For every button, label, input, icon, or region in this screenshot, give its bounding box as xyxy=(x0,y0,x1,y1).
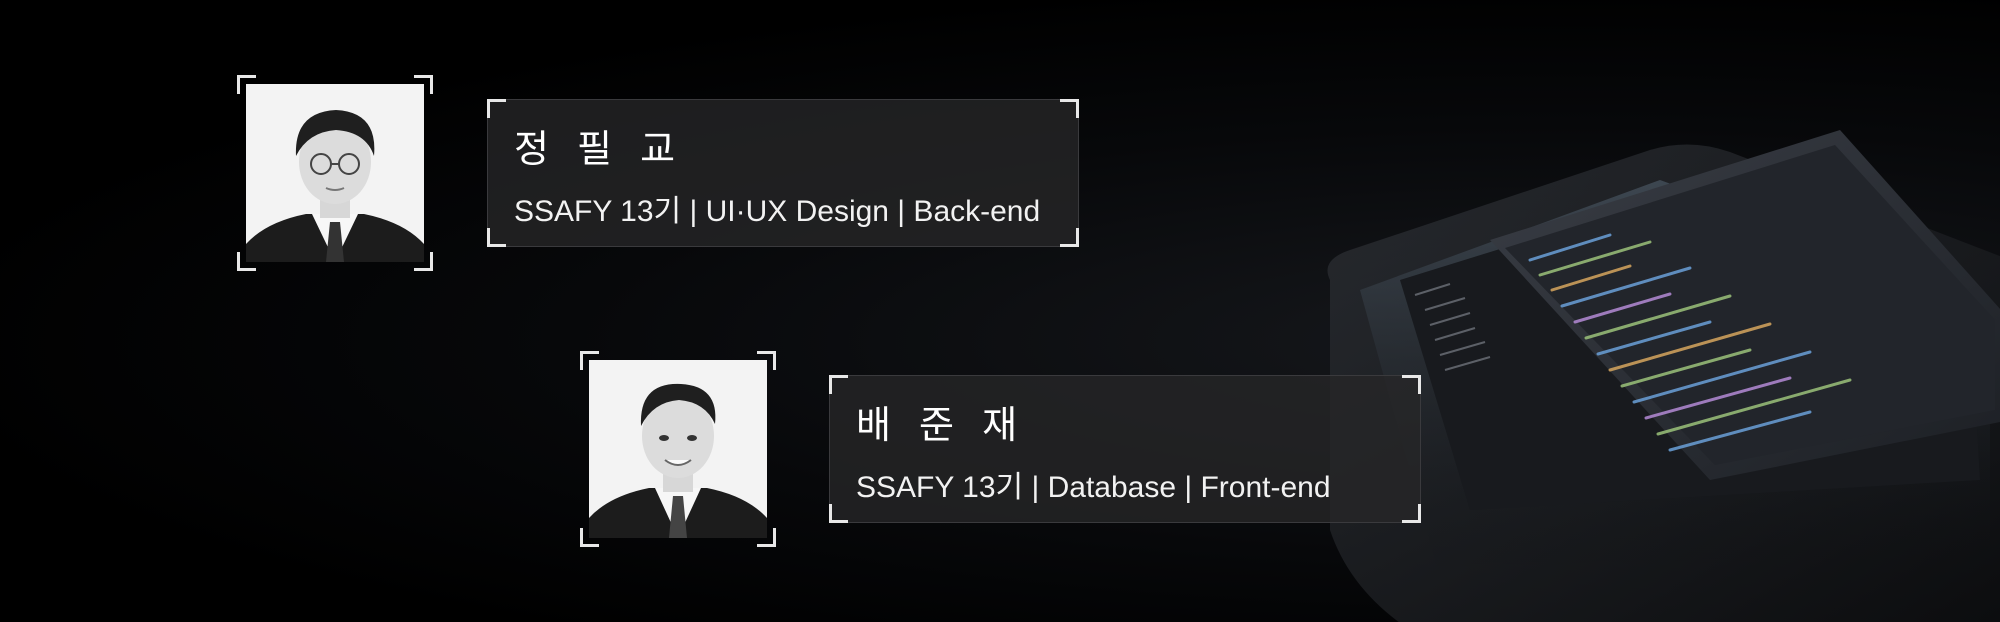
card-corner xyxy=(1060,99,1079,118)
member-description: SSAFY 13기 | UI·UX Design | Back-end xyxy=(514,195,1041,228)
card-corner xyxy=(829,504,848,523)
member-info-card: 배 준 재 SSAFY 13기 | Database | Front-end xyxy=(829,375,1421,523)
member-info-card: 정 필 교 SSAFY 13기 | UI·UX Design | Back-en… xyxy=(487,99,1079,247)
team-slide: 정 필 교 SSAFY 13기 | UI·UX Design | Back-en… xyxy=(0,0,2000,622)
card-corner xyxy=(1402,504,1421,523)
laptop-illustration xyxy=(1327,130,2000,622)
member-description: SSAFY 13기 | Database | Front-end xyxy=(856,471,1331,504)
card-corner xyxy=(487,99,506,118)
profile-photo-frame xyxy=(580,351,776,547)
card-corner xyxy=(487,228,506,247)
profile-photo-frame xyxy=(237,75,433,271)
person-portrait-icon xyxy=(589,360,767,538)
member-name: 배 준 재 xyxy=(856,403,1026,447)
card-corner xyxy=(829,375,848,394)
card-corner xyxy=(1402,375,1421,394)
profile-photo xyxy=(589,360,767,538)
profile-photo xyxy=(246,84,424,262)
card-corner xyxy=(1060,228,1079,247)
person-portrait-icon xyxy=(246,84,424,262)
member-name: 정 필 교 xyxy=(514,127,684,171)
